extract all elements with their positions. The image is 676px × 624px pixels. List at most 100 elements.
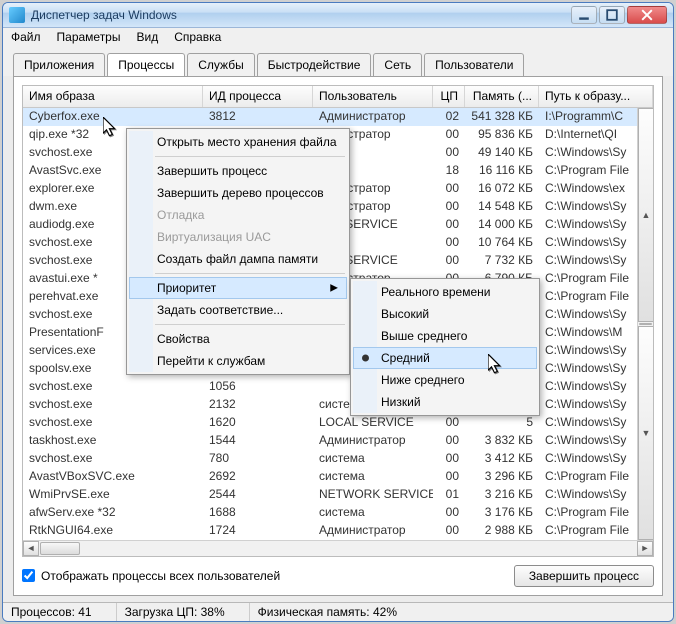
show-all-users-label: Отображать процессы всех пользователей (41, 569, 280, 583)
menu-affinity[interactable]: Задать соответствие... (129, 299, 347, 321)
menu-priority[interactable]: Приоритет ▶ (129, 277, 347, 299)
cell-mem: 3 296 КБ (465, 468, 539, 486)
table-row[interactable]: svchost.exe1620LOCAL SERVICE005C:\Window… (23, 414, 653, 432)
cell-user: Администратор (313, 522, 433, 540)
horizontal-scrollbar[interactable]: ◄ ► (23, 540, 653, 556)
priority-above-normal[interactable]: Выше среднего (353, 325, 537, 347)
menu-end-process[interactable]: Завершить процесс (129, 160, 347, 182)
cell-mem: 10 764 КБ (465, 234, 539, 252)
cell-pid: 1688 (203, 504, 313, 522)
scroll-thumb[interactable] (40, 542, 80, 555)
cell-path: C:\Windows\Sy (539, 342, 653, 360)
col-cpu[interactable]: ЦП (433, 86, 465, 107)
priority-low[interactable]: Низкий (353, 391, 537, 413)
menu-end-tree[interactable]: Завершить дерево процессов (129, 182, 347, 204)
table-row[interactable]: afwServ.exe *321688система003 176 КБC:\P… (23, 504, 653, 522)
status-memory: Физическая память: 42% (250, 603, 421, 621)
table-row[interactable]: taskhost.exe1544Администратор003 832 КБC… (23, 432, 653, 450)
menu-dump[interactable]: Создать файл дампа памяти (129, 248, 347, 270)
titlebar[interactable]: Диспетчер задач Windows (3, 3, 673, 28)
menu-priority-label: Приоритет (157, 281, 216, 295)
cell-mem: 14 548 КБ (465, 198, 539, 216)
cell-path: C:\Program File (539, 288, 653, 306)
menu-options[interactable]: Параметры (57, 30, 121, 44)
scroll-up-icon[interactable]: ▲ (638, 108, 654, 322)
cell-mem: 3 176 КБ (465, 504, 539, 522)
table-row[interactable]: AvastVBoxSVC.exe2692система003 296 КБC:\… (23, 468, 653, 486)
cell-cpu: 00 (433, 504, 465, 522)
scroll-down-icon[interactable]: ▼ (638, 326, 654, 540)
priority-submenu: Реального времени Высокий Выше среднего … (350, 278, 540, 416)
cell-image: Cyberfox.exe (23, 108, 203, 126)
menu-debug: Отладка (129, 204, 347, 226)
cell-user: LOCAL SERVICE (313, 414, 433, 432)
status-bar: Процессов: 41 Загрузка ЦП: 38% Физическа… (3, 602, 673, 621)
col-path[interactable]: Путь к образу... (539, 86, 653, 107)
scroll-thumb[interactable] (639, 323, 652, 325)
table-row[interactable]: svchost.exe780система003 412 КБC:\Window… (23, 450, 653, 468)
scroll-left-icon[interactable]: ◄ (23, 541, 39, 556)
col-user[interactable]: Пользователь (313, 86, 433, 107)
cell-path: C:\Windows\Sy (539, 432, 653, 450)
tab-users[interactable]: Пользователи (424, 53, 524, 76)
maximize-button[interactable] (599, 6, 625, 24)
menu-goto-services[interactable]: Перейти к службам (129, 350, 347, 372)
priority-high[interactable]: Высокий (353, 303, 537, 325)
cell-path: C:\Windows\Sy (539, 450, 653, 468)
cell-pid: 780 (203, 450, 313, 468)
close-button[interactable] (627, 6, 667, 24)
priority-below-normal[interactable]: Ниже среднего (353, 369, 537, 391)
vertical-scrollbar[interactable]: ▲ ▼ (637, 108, 653, 540)
cell-path: I:\Programm\C (539, 108, 653, 126)
cell-path: C:\Windows\Sy (539, 198, 653, 216)
col-pid[interactable]: ИД процесса (203, 86, 313, 107)
cell-path: C:\Windows\M (539, 324, 653, 342)
tab-services[interactable]: Службы (187, 53, 254, 76)
list-header: Имя образа ИД процесса Пользователь ЦП П… (23, 86, 653, 108)
cell-mem: 95 836 КБ (465, 126, 539, 144)
scroll-right-icon[interactable]: ► (637, 541, 653, 556)
app-icon (9, 7, 25, 23)
menu-properties[interactable]: Свойства (129, 328, 347, 350)
priority-realtime[interactable]: Реального времени (353, 281, 537, 303)
cell-mem: 49 140 КБ (465, 144, 539, 162)
cell-cpu: 00 (433, 522, 465, 540)
cell-image: AvastVBoxSVC.exe (23, 468, 203, 486)
table-row[interactable]: RtkNGUI64.exe1724Администратор002 988 КБ… (23, 522, 653, 540)
cell-cpu: 00 (433, 414, 465, 432)
tab-network[interactable]: Сеть (373, 53, 422, 76)
process-context-menu: Открыть место хранения файла Завершить п… (126, 128, 350, 375)
menu-help[interactable]: Справка (174, 30, 221, 44)
cell-pid: 1544 (203, 432, 313, 450)
cell-path: C:\Program File (539, 504, 653, 522)
col-image[interactable]: Имя образа (23, 86, 203, 107)
table-row[interactable]: svchost.exe10565C:\Windows\Sy (23, 378, 653, 396)
tab-performance[interactable]: Быстродействие (257, 53, 372, 76)
cell-pid: 2132 (203, 396, 313, 414)
minimize-button[interactable] (571, 6, 597, 24)
cell-path: C:\Windows\ex (539, 180, 653, 198)
cell-pid: 2692 (203, 468, 313, 486)
cell-pid: 2544 (203, 486, 313, 504)
table-row[interactable]: svchost.exe2132система005C:\Windows\Sy (23, 396, 653, 414)
cell-mem: 541 328 КБ (465, 108, 539, 126)
col-memory[interactable]: Память (... (465, 86, 539, 107)
show-all-users-input[interactable] (22, 569, 35, 582)
cell-path: C:\Windows\Sy (539, 414, 653, 432)
menu-open-location[interactable]: Открыть место хранения файла (129, 131, 347, 153)
cell-cpu: 00 (433, 180, 465, 198)
show-all-users-checkbox[interactable]: Отображать процессы всех пользователей (22, 569, 280, 583)
table-row[interactable]: WmiPrvSE.exe2544NETWORK SERVICE013 216 К… (23, 486, 653, 504)
cell-mem: 7 732 КБ (465, 252, 539, 270)
table-row[interactable]: Cyberfox.exe3812Администратор02541 328 К… (23, 108, 653, 126)
cell-image: svchost.exe (23, 450, 203, 468)
menu-view[interactable]: Вид (136, 30, 158, 44)
tab-processes[interactable]: Процессы (107, 53, 185, 76)
end-process-button[interactable]: Завершить процесс (514, 565, 654, 587)
menu-file[interactable]: Файл (11, 30, 41, 44)
tab-applications[interactable]: Приложения (13, 53, 105, 76)
cell-mem: 16 072 КБ (465, 180, 539, 198)
cell-user: система (313, 468, 433, 486)
priority-normal[interactable]: Средний (353, 347, 537, 369)
cell-cpu: 18 (433, 162, 465, 180)
